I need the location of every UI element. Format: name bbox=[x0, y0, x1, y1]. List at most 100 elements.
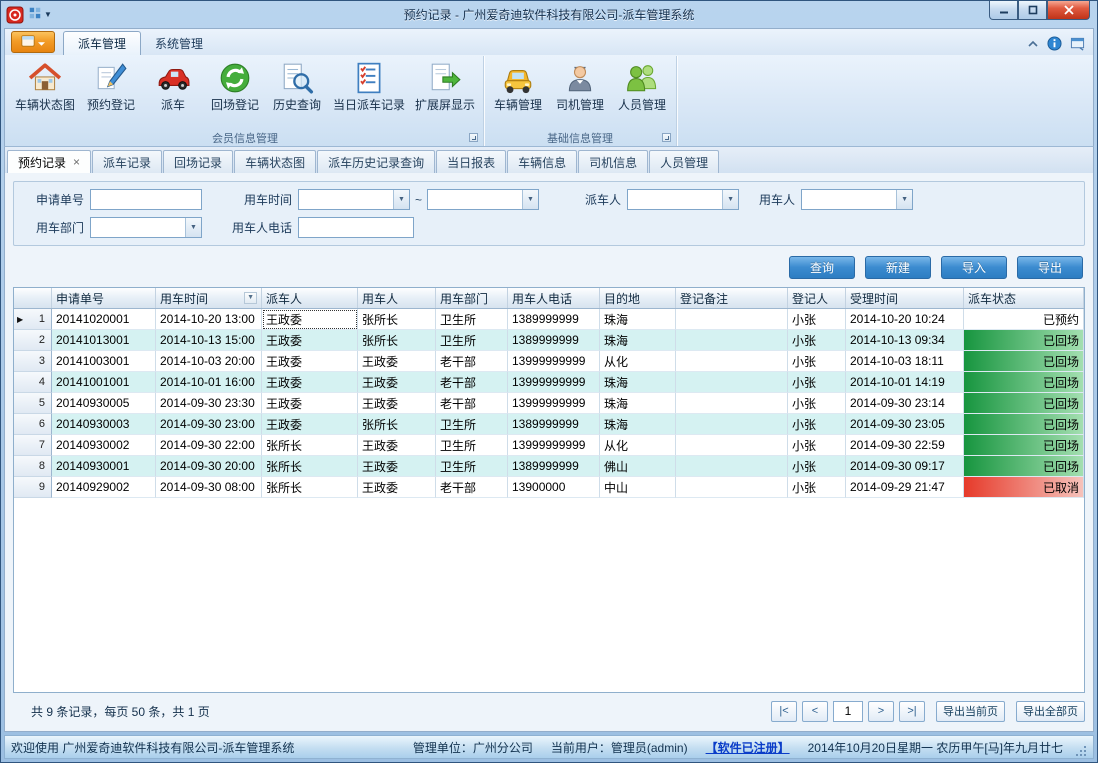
doc-tab-3[interactable]: 车辆状态图 bbox=[234, 150, 316, 173]
ribbon-tab-system[interactable]: 系统管理 bbox=[141, 31, 217, 55]
vehicle-manage-button[interactable]: 车辆管理 bbox=[487, 56, 549, 129]
table-row[interactable]: 6201409300032014-09-30 23:00王政委张所长卫生所138… bbox=[14, 414, 1084, 435]
cell-accept_time[interactable]: 2014-10-13 09:34 bbox=[846, 330, 964, 351]
chevron-down-icon[interactable]: ▼ bbox=[185, 218, 201, 237]
column-header-dept[interactable]: 用车部门 bbox=[436, 288, 508, 308]
column-header-dispatcher[interactable]: 派车人 bbox=[262, 288, 358, 308]
chevron-down-icon[interactable]: ▼ bbox=[896, 190, 912, 209]
app-menu-button[interactable] bbox=[11, 31, 55, 53]
export-current-page-button[interactable]: 导出当前页 bbox=[936, 701, 1005, 722]
cell-apply_no[interactable]: 20140930003 bbox=[52, 414, 156, 435]
cell-remark[interactable] bbox=[676, 372, 788, 393]
cell-phone[interactable]: 13900000 bbox=[508, 477, 600, 498]
table-row[interactable]: 9201409290022014-09-30 08:00张所长王政委老干部139… bbox=[14, 477, 1084, 498]
cell-registrar[interactable]: 小张 bbox=[788, 456, 846, 477]
cell-dispatcher[interactable]: 王政委 bbox=[262, 393, 358, 414]
collapse-ribbon-icon[interactable] bbox=[1027, 40, 1039, 48]
cell-user[interactable]: 王政委 bbox=[358, 393, 436, 414]
info-icon[interactable] bbox=[1047, 36, 1062, 51]
cell-use_time[interactable]: 2014-09-30 23:00 bbox=[156, 414, 262, 435]
export-all-pages-button[interactable]: 导出全部页 bbox=[1016, 701, 1085, 722]
next-page-button[interactable]: > bbox=[868, 701, 894, 722]
cell-status[interactable]: 已回场 bbox=[964, 330, 1084, 351]
cell-registrar[interactable]: 小张 bbox=[788, 393, 846, 414]
cell-registrar[interactable]: 小张 bbox=[788, 414, 846, 435]
extend-screen-button[interactable]: 扩展屏显示 bbox=[410, 56, 480, 129]
doc-tab-8[interactable]: 人员管理 bbox=[649, 150, 719, 173]
cell-accept_time[interactable]: 2014-10-03 18:11 bbox=[846, 351, 964, 372]
doc-tab-7[interactable]: 司机信息 bbox=[578, 150, 648, 173]
column-header-status[interactable]: 派车状态 bbox=[964, 288, 1084, 308]
row-header-cell[interactable]: 8 bbox=[14, 456, 52, 477]
cell-use_time[interactable]: 2014-10-13 15:00 bbox=[156, 330, 262, 351]
cell-status[interactable]: 已回场 bbox=[964, 351, 1084, 372]
reservation-register-button[interactable]: 预约登记 bbox=[80, 56, 142, 129]
cell-accept_time[interactable]: 2014-09-30 23:05 bbox=[846, 414, 964, 435]
cell-status[interactable]: 已取消 bbox=[964, 477, 1084, 498]
row-header-cell[interactable]: 4 bbox=[14, 372, 52, 393]
history-search-button[interactable]: 历史查询 bbox=[266, 56, 328, 129]
group-dialog-launcher-icon[interactable] bbox=[662, 133, 671, 142]
cell-dept[interactable]: 卫生所 bbox=[436, 309, 508, 330]
cell-status[interactable]: 已回场 bbox=[964, 435, 1084, 456]
column-header-remark[interactable]: 登记备注 bbox=[676, 288, 788, 308]
cell-dept[interactable]: 老干部 bbox=[436, 351, 508, 372]
use-time-from-combo[interactable]: ▼ bbox=[298, 189, 410, 210]
cell-remark[interactable] bbox=[676, 435, 788, 456]
titlebar[interactable]: ▼ 预约记录 - 广州爱奇迪软件科技有限公司-派车管理系统 bbox=[4, 1, 1094, 28]
ribbon-tab-dispatch[interactable]: 派车管理 bbox=[63, 31, 141, 55]
cell-dept[interactable]: 卫生所 bbox=[436, 456, 508, 477]
cell-remark[interactable] bbox=[676, 456, 788, 477]
cell-use_time[interactable]: 2014-09-30 08:00 bbox=[156, 477, 262, 498]
cell-apply_no[interactable]: 20141003001 bbox=[52, 351, 156, 372]
cell-remark[interactable] bbox=[676, 330, 788, 351]
first-page-button[interactable]: |< bbox=[771, 701, 797, 722]
cell-dept[interactable]: 卫生所 bbox=[436, 330, 508, 351]
driver-manage-button[interactable]: 司机管理 bbox=[549, 56, 611, 129]
cell-apply_no[interactable]: 20140929002 bbox=[52, 477, 156, 498]
import-button[interactable]: 导入 bbox=[941, 256, 1007, 279]
today-dispatch-records-button[interactable]: 当日派车记录 bbox=[328, 56, 410, 129]
chevron-down-icon[interactable]: ▼ bbox=[522, 190, 538, 209]
people-manage-button[interactable]: 人员管理 bbox=[611, 56, 673, 129]
cell-remark[interactable] bbox=[676, 414, 788, 435]
cell-status[interactable]: 已回场 bbox=[964, 456, 1084, 477]
cell-use_time[interactable]: 2014-10-01 16:00 bbox=[156, 372, 262, 393]
table-row[interactable]: 7201409300022014-09-30 22:00张所长王政委卫生所139… bbox=[14, 435, 1084, 456]
cell-registrar[interactable]: 小张 bbox=[788, 330, 846, 351]
cell-registrar[interactable]: 小张 bbox=[788, 351, 846, 372]
cell-status[interactable]: 已回场 bbox=[964, 414, 1084, 435]
column-header-use_time[interactable]: 用车时间▼ bbox=[156, 288, 262, 308]
cell-apply_no[interactable]: 20140930001 bbox=[52, 456, 156, 477]
cell-use_time[interactable]: 2014-09-30 23:30 bbox=[156, 393, 262, 414]
cell-apply_no[interactable]: 20141020001 bbox=[52, 309, 156, 330]
row-header-cell[interactable]: 2 bbox=[14, 330, 52, 351]
chevron-down-icon[interactable]: ▼ bbox=[393, 190, 409, 209]
dispatch-car-button[interactable]: 派车 bbox=[142, 56, 204, 129]
cell-accept_time[interactable]: 2014-09-29 21:47 bbox=[846, 477, 964, 498]
cell-remark[interactable] bbox=[676, 309, 788, 330]
grid-corner-cell[interactable] bbox=[14, 288, 52, 308]
cell-dispatcher[interactable]: 王政委 bbox=[262, 330, 358, 351]
cell-user[interactable]: 王政委 bbox=[358, 372, 436, 393]
column-header-user[interactable]: 用车人 bbox=[358, 288, 436, 308]
cell-dest[interactable]: 珠海 bbox=[600, 414, 676, 435]
row-header-cell[interactable]: ▶1 bbox=[14, 309, 52, 330]
cell-phone[interactable]: 13999999999 bbox=[508, 435, 600, 456]
cell-user[interactable]: 张所长 bbox=[358, 330, 436, 351]
cell-dispatcher[interactable]: 王政委 bbox=[262, 372, 358, 393]
column-header-phone[interactable]: 用车人电话 bbox=[508, 288, 600, 308]
cell-dept[interactable]: 老干部 bbox=[436, 393, 508, 414]
cell-remark[interactable] bbox=[676, 351, 788, 372]
display-style-icon[interactable] bbox=[1070, 36, 1085, 51]
export-button[interactable]: 导出 bbox=[1017, 256, 1083, 279]
row-header-cell[interactable]: 5 bbox=[14, 393, 52, 414]
cell-dest[interactable]: 珠海 bbox=[600, 330, 676, 351]
cell-apply_no[interactable]: 20140930002 bbox=[52, 435, 156, 456]
maximize-button[interactable] bbox=[1018, 1, 1047, 20]
chevron-down-icon[interactable]: ▼ bbox=[722, 190, 738, 209]
dept-combo[interactable]: ▼ bbox=[90, 217, 202, 238]
cell-registrar[interactable]: 小张 bbox=[788, 309, 846, 330]
doc-tab-5[interactable]: 当日报表 bbox=[436, 150, 506, 173]
cell-use_time[interactable]: 2014-10-03 20:00 bbox=[156, 351, 262, 372]
